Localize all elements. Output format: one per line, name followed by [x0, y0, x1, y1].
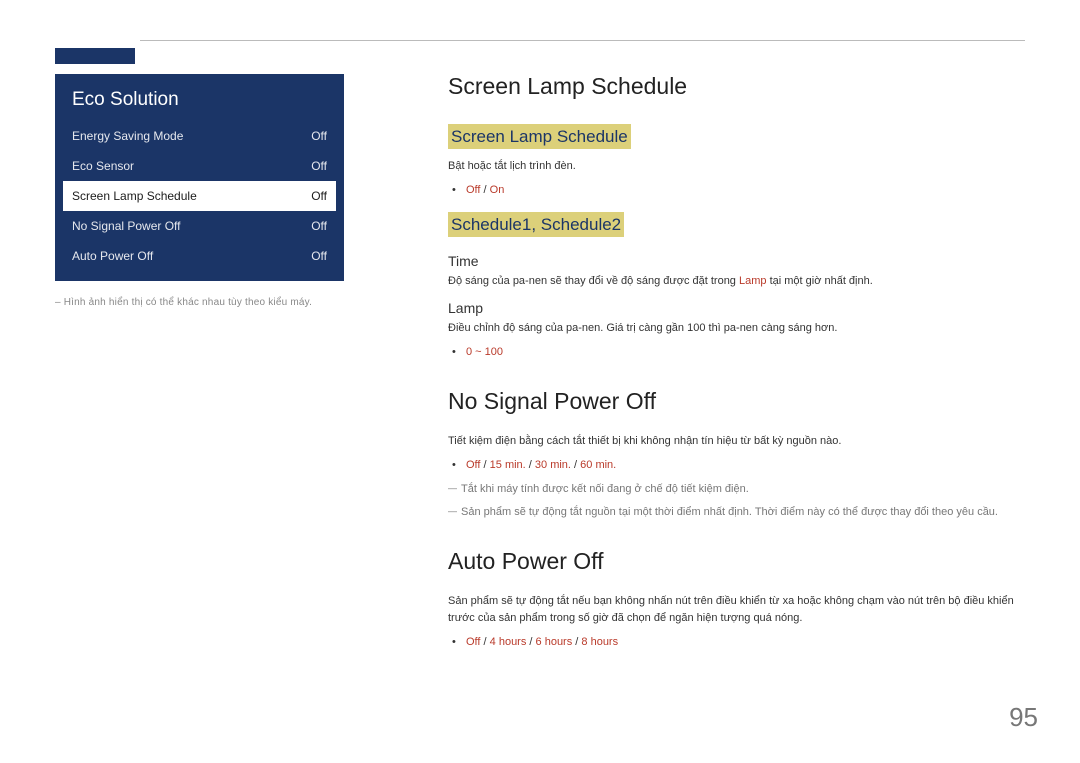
nspo-note-1: Tắt khi máy tính được kết nối đang ở chế… [448, 480, 1025, 499]
option-sep: / [480, 636, 489, 648]
menu-item-screen-lamp-schedule[interactable]: Screen Lamp Schedule Off [63, 181, 336, 211]
nspo-option-row: Off / 15 min. / 30 min. / 60 min. [466, 456, 1025, 475]
menu-item-value: Off [311, 189, 327, 203]
menu-item-auto-power-off[interactable]: Auto Power Off Off [63, 241, 336, 271]
eco-solution-menu-panel: Eco Solution Energy Saving Mode Off Eco … [55, 74, 344, 281]
inline-lamp-ref: Lamp [739, 275, 767, 287]
option-15min: 15 min. [490, 459, 526, 471]
nspo-options-list: Off / 15 min. / 30 min. / 60 min. [466, 456, 1025, 475]
option-off: Off [466, 459, 480, 471]
page-number: 95 [1009, 702, 1038, 733]
apo-description: Sản phẩm sẽ tự động tắt nếu bạn không nh… [448, 593, 1025, 627]
lamp-options-list: 0 ~ 100 [466, 343, 1025, 362]
menu-panel-title: Eco Solution [55, 74, 344, 121]
option-sep: / [480, 184, 489, 196]
menu-item-label: No Signal Power Off [72, 219, 181, 233]
menu-item-value: Off [311, 219, 327, 233]
menu-item-label: Energy Saving Mode [72, 129, 183, 143]
section-title-screen-lamp-schedule: Screen Lamp Schedule [448, 73, 1025, 100]
menu-item-energy-saving-mode[interactable]: Energy Saving Mode Off [63, 121, 336, 151]
option-sep: / [480, 459, 489, 471]
option-6hours: 6 hours [536, 636, 573, 648]
section-title-no-signal-power-off: No Signal Power Off [448, 388, 1025, 415]
header-accent-block [55, 48, 135, 64]
sls-option-row: Off / On [466, 181, 1025, 200]
menu-item-value: Off [311, 249, 327, 263]
menu-items-list: Energy Saving Mode Off Eco Sensor Off Sc… [55, 121, 344, 277]
option-4hours: 4 hours [490, 636, 527, 648]
option-sep: / [526, 459, 535, 471]
lamp-description: Điều chỉnh độ sáng của pa-nen. Giá trị c… [448, 320, 1025, 337]
highlight-screen-lamp-schedule: Screen Lamp Schedule [448, 124, 631, 149]
menu-item-label: Screen Lamp Schedule [72, 189, 197, 203]
menu-item-label: Eco Sensor [72, 159, 134, 173]
highlight-schedule1-schedule2: Schedule1, Schedule2 [448, 212, 624, 237]
menu-item-label: Auto Power Off [72, 249, 153, 263]
sls-options-list: Off / On [466, 181, 1025, 200]
section-title-auto-power-off: Auto Power Off [448, 548, 1025, 575]
option-off: Off [466, 184, 480, 196]
menu-item-value: Off [311, 159, 327, 173]
option-sep: / [526, 636, 535, 648]
lamp-range: 0 ~ 100 [466, 346, 503, 358]
option-30min: 30 min. [535, 459, 571, 471]
menu-item-eco-sensor[interactable]: Eco Sensor Off [63, 151, 336, 181]
menu-item-value: Off [311, 129, 327, 143]
apo-option-row: Off / 4 hours / 6 hours / 8 hours [466, 633, 1025, 652]
panel-footnote: – Hình ảnh hiển thị có thể khác nhau tùy… [55, 297, 430, 308]
option-8hours: 8 hours [581, 636, 618, 648]
sls-description: Bật hoặc tắt lịch trình đèn. [448, 158, 1025, 175]
time-description: Độ sáng của pa-nen sẽ thay đổi về độ sán… [448, 273, 1025, 290]
subheading-time: Time [448, 253, 1025, 269]
header-rule [55, 40, 1025, 41]
option-off: Off [466, 636, 480, 648]
option-60min: 60 min. [580, 459, 616, 471]
option-on: On [490, 184, 505, 196]
menu-item-no-signal-power-off[interactable]: No Signal Power Off Off [63, 211, 336, 241]
subheading-lamp: Lamp [448, 300, 1025, 316]
nspo-note-2: Sản phẩm sẽ tự động tắt nguồn tại một th… [448, 503, 1025, 522]
nspo-description: Tiết kiệm điện bằng cách tắt thiết bị kh… [448, 433, 1025, 450]
lamp-range-row: 0 ~ 100 [466, 343, 1025, 362]
option-sep: / [571, 459, 580, 471]
apo-options-list: Off / 4 hours / 6 hours / 8 hours [466, 633, 1025, 652]
